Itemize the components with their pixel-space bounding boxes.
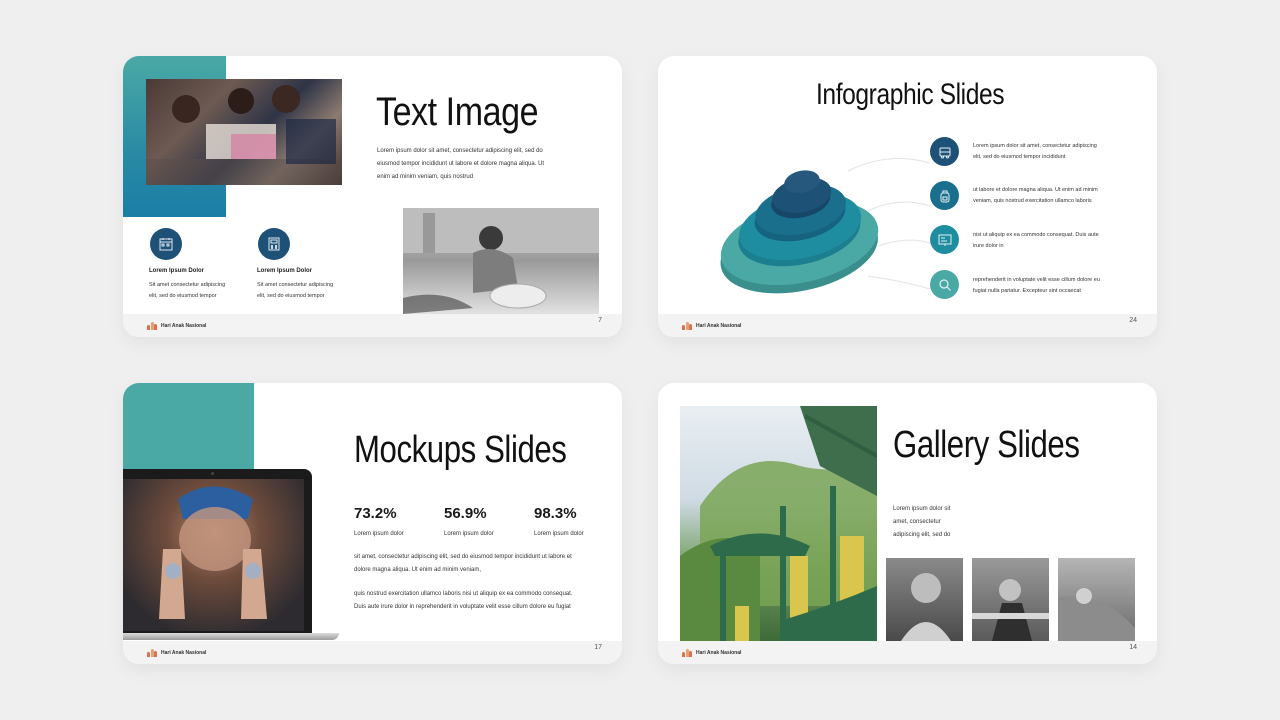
laptop-camera-icon [211,472,214,475]
paragraph-2: quis nostrud exercitation ullamco labori… [354,591,573,610]
brand-name: Hari Anak Nasional [696,650,742,656]
calculator-icon [258,228,290,260]
gallery-photo-1 [886,558,963,641]
slide-title: Infographic Slides [816,78,1005,111]
info-item-3-text: nisi ut aliquip ex ea commodo consequat.… [973,232,1099,249]
slide-footer: Hari Anak Nasional 17 [123,641,622,664]
page-number: 24 [1129,317,1137,324]
stat-2-label: Lorem ipsum dolor [444,531,494,537]
slide-footer: Hari Anak Nasional 14 [658,641,1157,664]
brand-logo: Hari Anak Nasional [147,649,206,657]
info-item-2-text: ut labore et dolore magna aliqua. Ut eni… [973,187,1098,204]
page-number: 7 [598,317,602,324]
brand-name: Hari Anak Nasional [696,323,742,329]
stat-2-value: 56.9% [444,505,487,522]
gallery-photo-2 [972,558,1049,641]
intro-paragraph: Lorem ipsum dolor sit amet, consectetur … [893,506,951,538]
feature-1-title: Lorem Ipsum Dolor [149,268,205,274]
stat-1-value: 73.2% [354,505,397,522]
slide-infographic[interactable]: Infographic Slides Lorem ipsum dolor sit… [658,56,1157,337]
connector-lines [847,158,931,290]
gallery-photo-3 [1058,558,1135,641]
backpack-icon [930,181,959,210]
feature-1-text: Sit amet consectetur adipiscing elit, se… [149,282,226,299]
slide-title: Mockups Slides [354,429,567,471]
calendar-icon [150,228,182,260]
feature-2-text: Sit amet consectetur adipiscing elit, se… [257,282,334,299]
slide-text-image[interactable]: Text Image Lorem ipsum dolor sit amet, c… [123,56,622,337]
page-number: 14 [1129,644,1137,651]
search-icon [930,270,959,299]
brand-mark-icon [147,649,157,657]
laptop-mockup [123,469,312,637]
children-reading-photo [146,79,342,185]
bus-icon [930,137,959,166]
child-painted-hands-photo [123,479,304,631]
slide-footer: Hari Anak Nasional 7 [123,314,622,337]
feature-2-title: Lorem Ipsum Dolor [257,268,313,274]
paragraph-1: sit amet, consectetur adipiscing elit, s… [354,554,572,573]
info-item-4-text: reprehenderit in voluptate velit esse ci… [973,277,1100,294]
info-item-1-text: Lorem ipsum dolor sit amet, consectetur … [973,143,1097,160]
slide-mockups[interactable]: Mockups Slides 73.2% Lorem ipsum dolor 5… [123,383,622,664]
intro-paragraph: Lorem ipsum dolor sit amet, consectetur … [377,148,545,180]
brand-logo: Hari Anak Nasional [682,649,741,657]
brand-mark-icon [682,649,692,657]
board-icon [930,225,959,254]
laptop-base [123,633,339,640]
brand-mark-icon [147,322,157,330]
slide-footer: Hari Anak Nasional 24 [658,314,1157,337]
slide-title: Gallery Slides [893,424,1080,466]
brand-name: Hari Anak Nasional [161,323,207,329]
page-number: 17 [594,644,602,651]
brand-logo: Hari Anak Nasional [147,322,206,330]
slide-title: Text Image [376,90,539,134]
stat-3-label: Lorem ipsum dolor [534,531,584,537]
playground-photo [680,406,877,641]
slide-gallery[interactable]: Gallery Slides Lorem ipsum dolor sit ame… [658,383,1157,664]
child-playing-photo [403,208,599,314]
stat-1-label: Lorem ipsum dolor [354,531,404,537]
brand-logo: Hari Anak Nasional [682,322,741,330]
stat-3-value: 98.3% [534,505,577,522]
brand-name: Hari Anak Nasional [161,650,207,656]
brand-mark-icon [682,322,692,330]
